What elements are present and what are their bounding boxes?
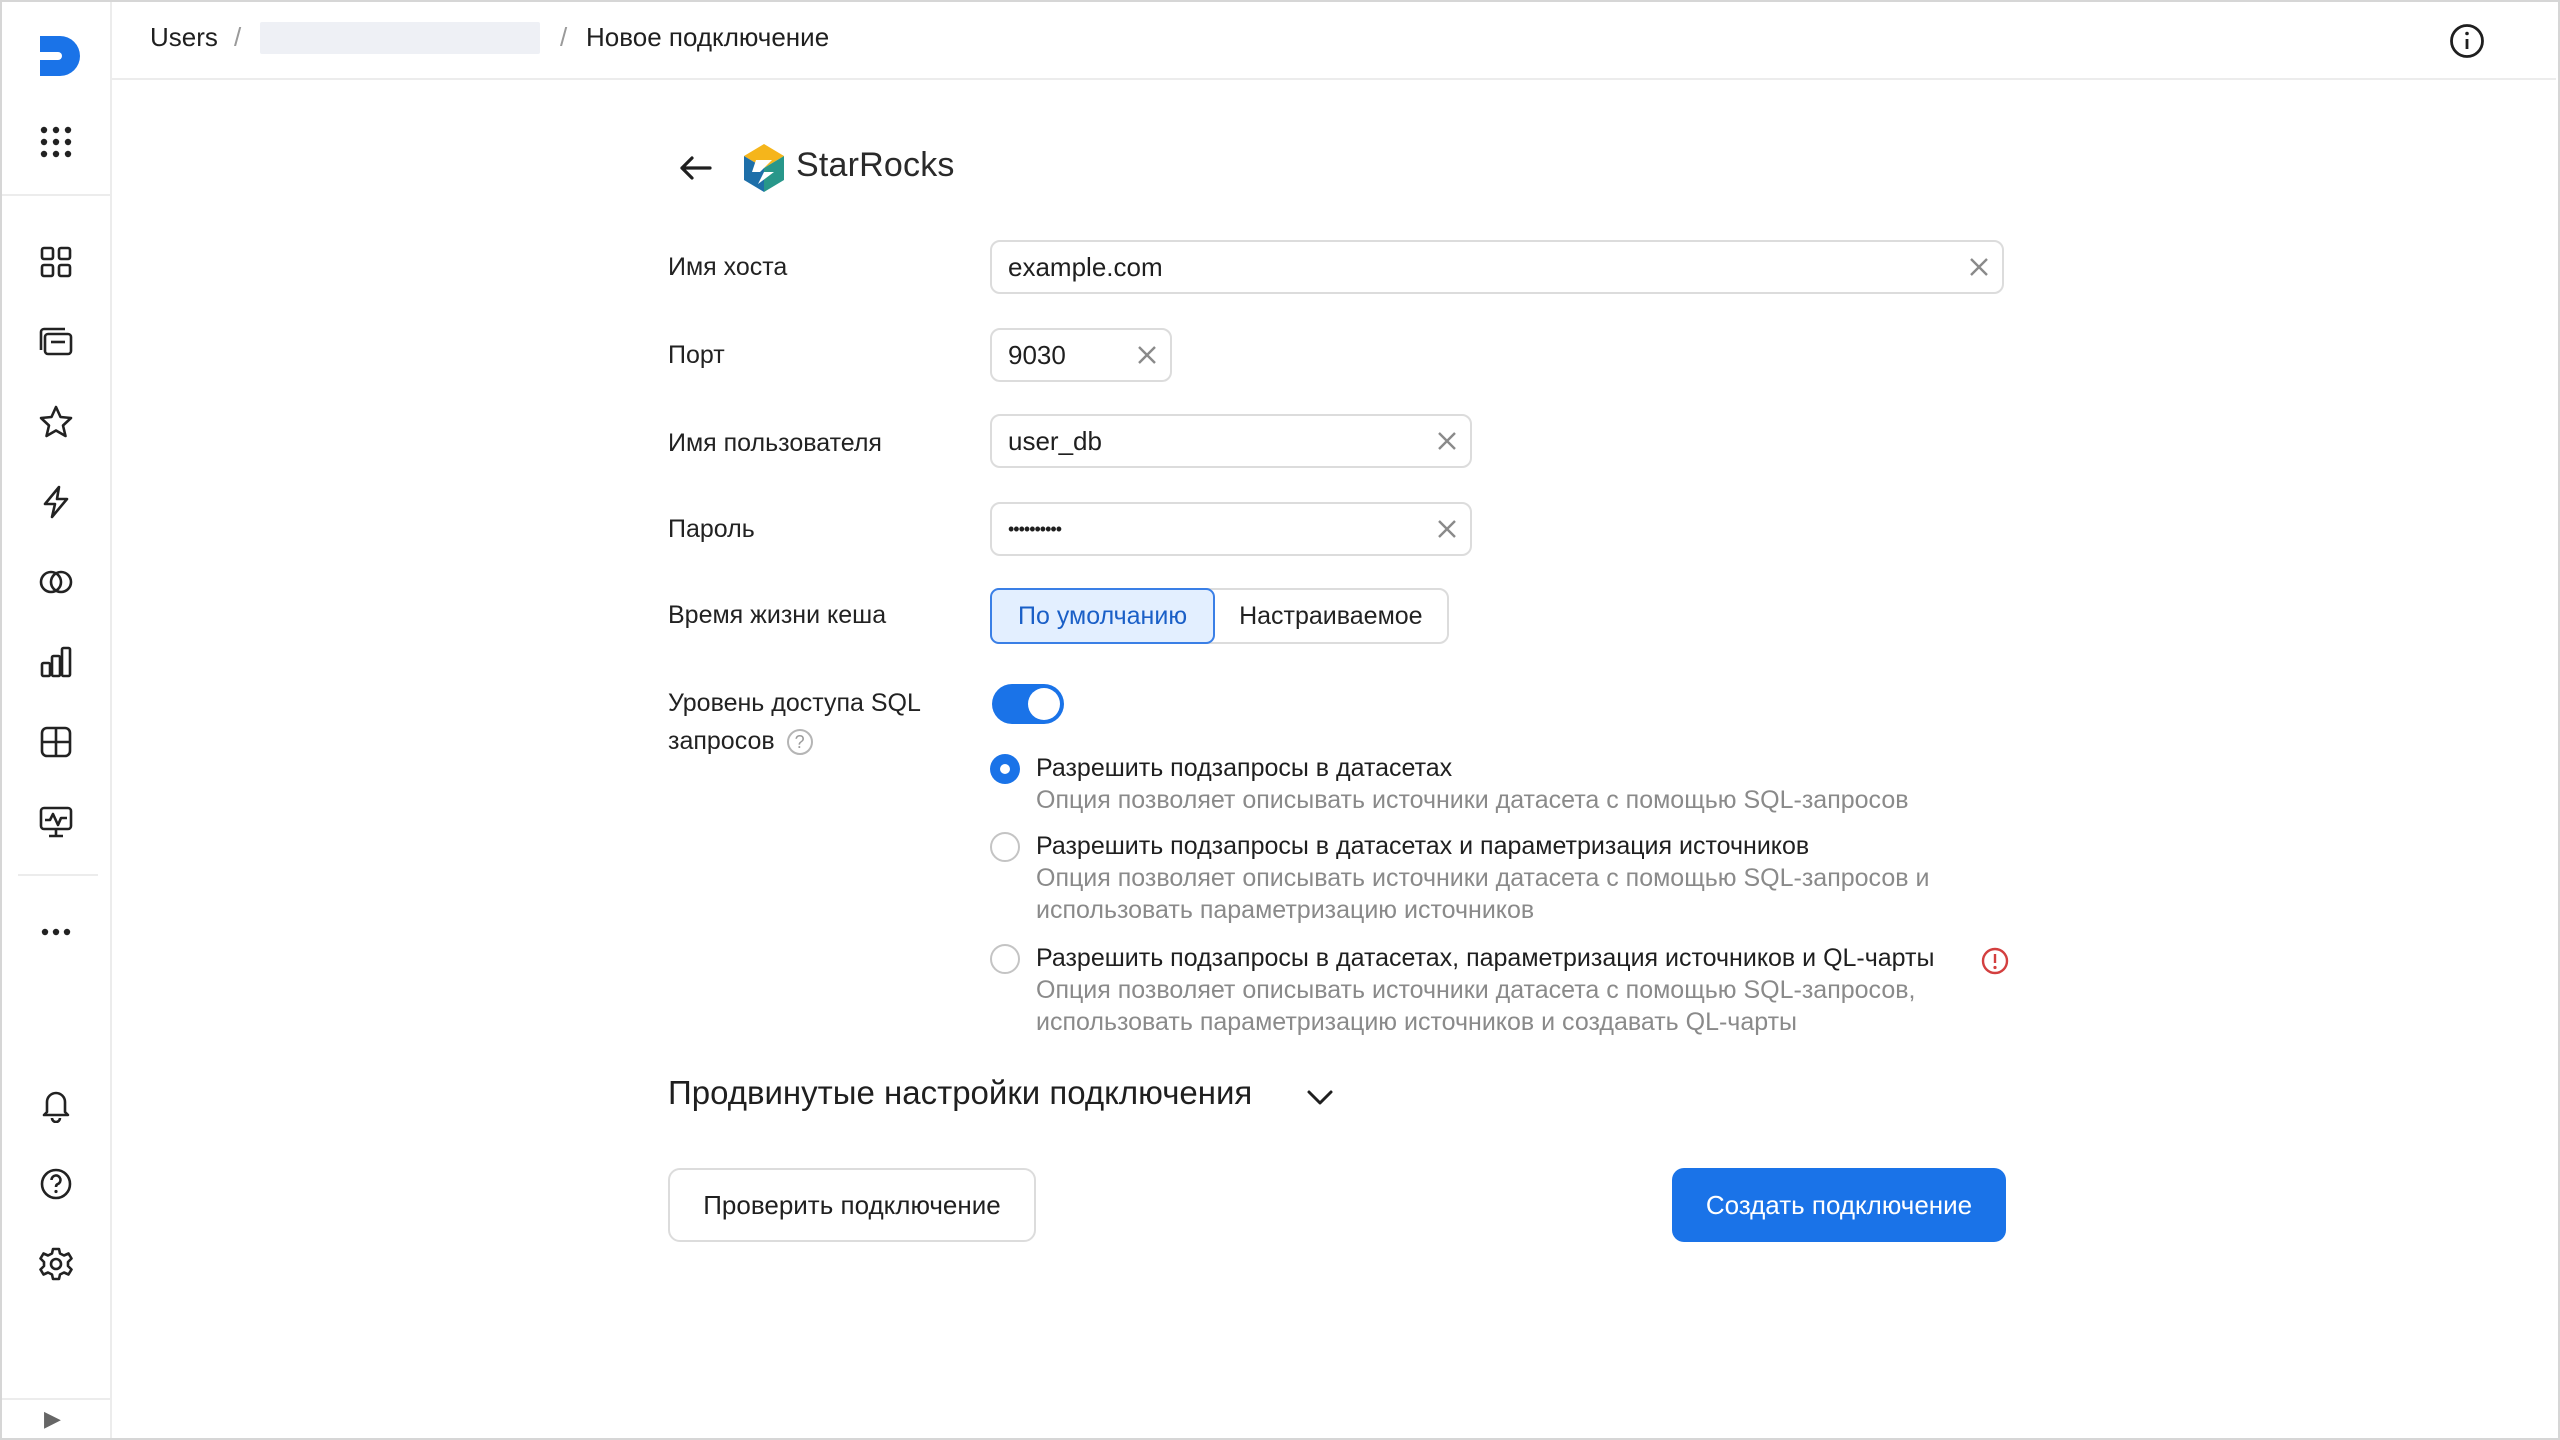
sql-option-title-3[interactable]: Разрешить подзапросы в датасетах, параме…: [1036, 942, 1934, 974]
warning-circle-icon[interactable]: [1980, 946, 2010, 976]
info-circle-icon[interactable]: [2448, 22, 2486, 60]
advanced-settings-toggle[interactable]: Продвинутые настройки подключения: [668, 1074, 1252, 1112]
sql-option-title-1[interactable]: Разрешить подзапросы в датасетах: [1036, 752, 1452, 784]
breadcrumb-separator: /: [234, 22, 242, 52]
breadcrumb-current: Новое подключение: [586, 22, 830, 52]
sql-access-label-line1: Уровень доступа SQL: [668, 689, 921, 717]
chevron-down-icon[interactable]: [1304, 1082, 1336, 1114]
clear-password-icon[interactable]: [1424, 506, 1470, 552]
datalens-logo[interactable]: [20, 20, 92, 92]
breadcrumb-hidden-item[interactable]: [260, 22, 540, 54]
bar-chart-icon[interactable]: [36, 642, 76, 682]
window-frame: [0, 0, 2560, 1440]
password-value: ••••••••••: [1008, 518, 1062, 539]
breadcrumb-users[interactable]: Users: [150, 22, 218, 53]
sql-option-desc-3: Опция позволяет описывать источники дата…: [1036, 976, 1916, 1004]
host-input[interactable]: example.com: [990, 240, 2004, 294]
host-value: example.com: [1008, 251, 1163, 282]
sql-option-desc-2: Опция позволяет описывать источники дата…: [1036, 864, 1930, 892]
username-label: Имя пользователя: [668, 429, 882, 457]
folders-icon[interactable]: [36, 322, 76, 362]
star-icon[interactable]: [36, 402, 76, 442]
sql-option-title-2[interactable]: Разрешить подзапросы в датасетах и парам…: [1036, 830, 1809, 862]
sidebar: ▶: [2, 2, 112, 1438]
sql-option-radio-2[interactable]: [990, 832, 1020, 862]
connector-title: StarRocks: [796, 146, 955, 184]
host-label: Имя хоста: [668, 253, 788, 281]
help-icon[interactable]: [36, 1164, 76, 1204]
sql-access-label-line2-wrap: запросов?: [668, 722, 921, 760]
sql-option-desc-3b: использовать параметризацию источников и…: [1036, 1008, 1798, 1036]
clear-username-icon[interactable]: [1424, 418, 1470, 464]
sql-option-desc-1: Опция позволяет описывать источники дата…: [1036, 786, 1909, 814]
more-dots-icon[interactable]: [36, 912, 76, 952]
starrocks-logo: [744, 144, 784, 192]
sql-option-radio-1[interactable]: [990, 754, 1020, 784]
dashboard-icon[interactable]: [36, 722, 76, 762]
toggle-knob: [1028, 688, 1060, 720]
username-value: user_db: [1008, 425, 1102, 456]
sidebar-divider: [2, 194, 110, 196]
sql-option-radio-3[interactable]: [990, 944, 1020, 974]
sql-option-desc-2b: использовать параметризацию источников: [1036, 896, 1535, 924]
breadcrumb-separator: /: [560, 22, 568, 52]
cache-custom-option[interactable]: Настраиваемое: [1215, 590, 1446, 642]
port-value: 9030: [1008, 339, 1066, 370]
sql-access-toggle[interactable]: [992, 684, 1064, 724]
circles-icon[interactable]: [36, 562, 76, 602]
bell-icon[interactable]: [36, 1084, 76, 1124]
bolt-icon[interactable]: [36, 482, 76, 522]
sql-access-label-line2: запросов: [668, 727, 775, 755]
clear-port-icon[interactable]: [1124, 332, 1170, 378]
create-connection-button[interactable]: Создать подключение: [1672, 1168, 2006, 1242]
username-input[interactable]: user_db: [990, 414, 1472, 468]
password-label: Пароль: [668, 515, 755, 543]
back-arrow-icon[interactable]: [676, 148, 716, 188]
check-connection-button[interactable]: Проверить подключение: [668, 1168, 1036, 1242]
sql-access-label: Уровень доступа SQL запросов?: [668, 684, 921, 760]
clear-host-icon[interactable]: [1956, 244, 2002, 290]
header: Users / / Новое подключение: [112, 2, 2556, 80]
tiles-icon[interactable]: [36, 242, 76, 282]
cache-ttl-segmented: По умолчанию Настраиваемое: [990, 588, 1449, 644]
monitor-icon[interactable]: [36, 802, 76, 842]
sidebar-divider: [18, 874, 98, 876]
gear-icon[interactable]: [36, 1244, 76, 1284]
grid-dots-icon[interactable]: [36, 122, 76, 162]
password-input[interactable]: ••••••••••: [990, 502, 1472, 556]
cache-ttl-label: Время жизни кеша: [668, 601, 887, 629]
help-circle-icon[interactable]: ?: [786, 729, 813, 756]
cache-default-option[interactable]: По умолчанию: [990, 588, 1216, 644]
collapse-sidebar-button[interactable]: ▶: [44, 1406, 61, 1432]
sidebar-divider: [2, 1398, 110, 1400]
port-input[interactable]: 9030: [990, 328, 1172, 382]
port-label: Порт: [668, 341, 725, 369]
